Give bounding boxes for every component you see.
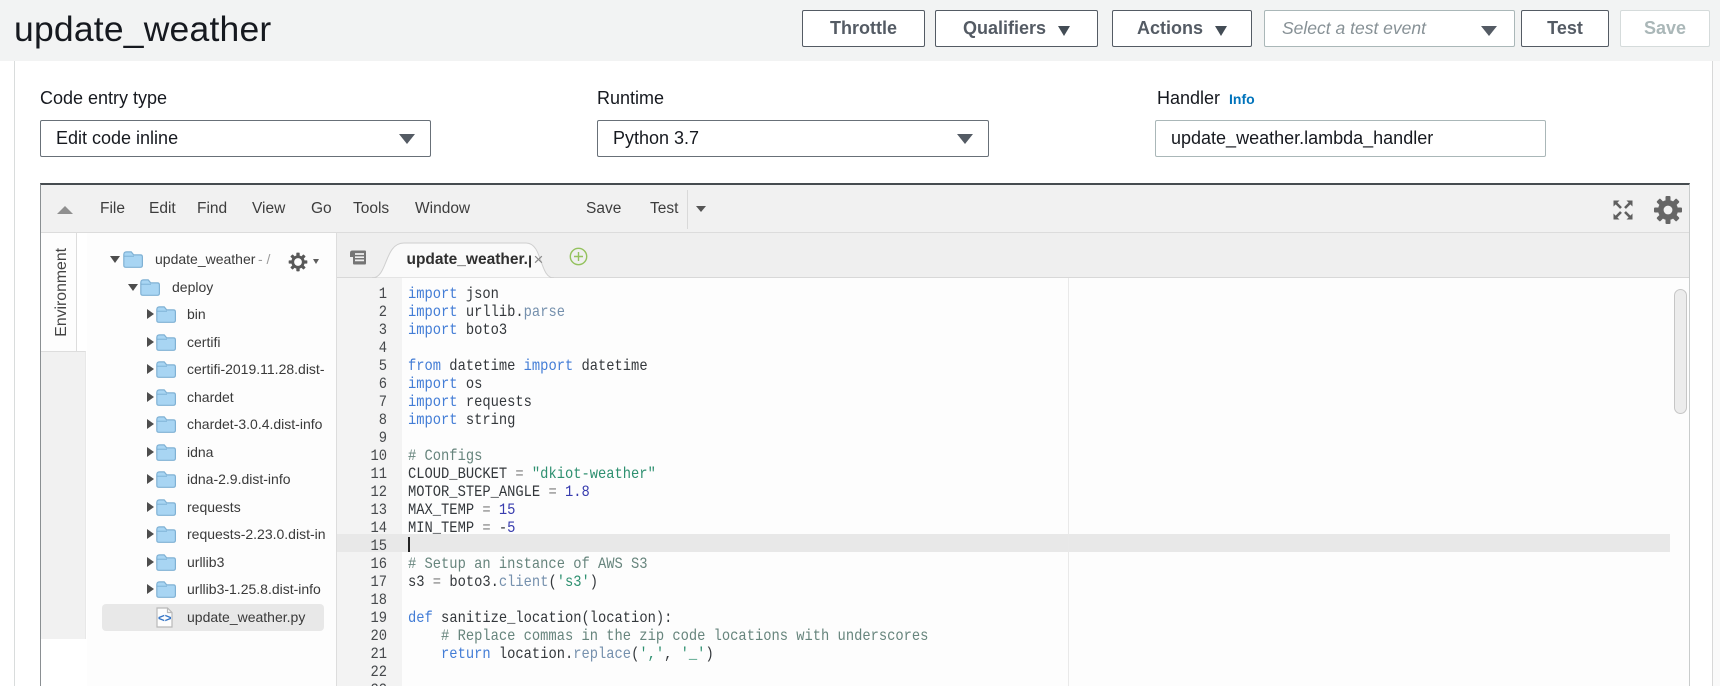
svg-text:<>: <> bbox=[158, 613, 172, 625]
